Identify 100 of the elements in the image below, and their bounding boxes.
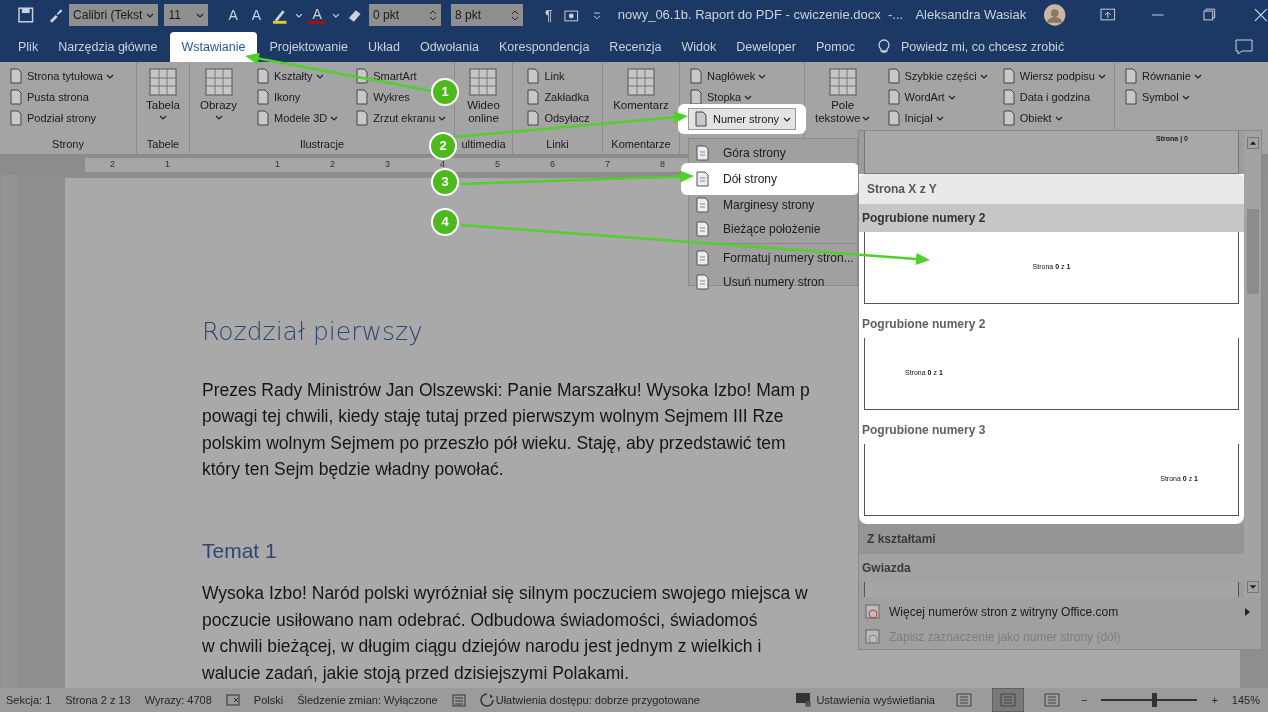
caret-icon [1181,93,1190,101]
ribbon-button[interactable]: Szybkie części [885,66,988,86]
slider-thumb[interactable] [1152,693,1158,707]
page-icon [1000,693,1016,707]
page-icon [255,110,272,126]
menu-item[interactable]: Bieżące położenie [689,217,857,241]
caret-icon [331,11,340,19]
menu-item[interactable]: Dół strony [681,163,859,195]
group-label: ultimedia [461,138,506,152]
display-settings-button[interactable]: Ustawienia wyświetlania [795,691,935,709]
ribbon-tab[interactable]: Narzędzia główne [48,32,168,62]
ribbon-tab[interactable]: Odwołania [409,32,489,62]
menu-item[interactable]: Góra strony [689,141,857,165]
status-item[interactable]: Strona 2 z 13 [65,691,131,709]
font-color-button[interactable]: A [308,6,326,24]
close-icon[interactable] [1254,8,1268,22]
ribbon-button[interactable]: Nagłówek [688,66,767,86]
ribbon-button[interactable]: Zakładka [525,87,589,107]
font-size-field[interactable]: 11 [164,4,209,26]
gallery-item-title[interactable]: Pogrubione numery 3 [859,416,1244,444]
ribbon-button[interactable]: Pusta strona [8,87,89,107]
brush-icon[interactable] [47,7,64,23]
page-icon [8,89,24,105]
scroll-down-icon[interactable] [1246,581,1259,593]
ribbon-button[interactable]: Link [525,66,565,86]
caret-icon [758,72,767,80]
caret-icon [294,11,303,19]
page-icon [956,693,972,707]
ribbon-button[interactable]: SmartArt [354,66,417,86]
submenu-arrow-icon [1244,606,1251,617]
group-label: Tabele [146,138,180,152]
section-header: Z kształtami [859,524,1244,554]
zoom-in-button[interactable]: + [1211,691,1218,709]
ribbon-button[interactable]: Stopka [688,87,753,107]
font-field[interactable]: Calibri (Tekst [69,4,159,26]
ribbon-button[interactable]: Równanie [1123,66,1202,86]
page-icon [885,110,902,126]
status-item[interactable]: Śledzenie zmian: Wyłączone [297,691,438,709]
ribbon-button[interactable]: Wiersz podpisu [1000,66,1106,86]
ribbon-display-icon[interactable] [1099,7,1116,23]
ribbon-button[interactable]: Modele 3D [255,108,339,128]
gallery-item-title[interactable]: Pogrubione numery 2 [859,204,1244,232]
ribbon-tab[interactable]: Plik [8,32,49,62]
ribbon-tab[interactable]: Widok [671,32,727,62]
ribbon-button[interactable]: Strona tytułowa [8,66,114,86]
text-line: powagi tej chwili, kiedy staję tutaj przed pierwszym wolnym Sejmem III Rze [202,405,784,428]
zoom-percent[interactable]: 145% [1231,691,1260,709]
ribbon-tab[interactable]: Deweloper [726,32,806,62]
ribbon-button[interactable]: Obiekt [1000,108,1063,128]
customize-icon[interactable] [592,10,602,20]
status-item[interactable]: Polski [253,691,284,709]
comment-icon[interactable] [1234,38,1254,56]
ribbon-button[interactable]: Kształty [255,66,324,86]
text-line: który ten Sejm będzie władny powołać. [202,458,504,481]
ribbon-button[interactable]: Inicjał [885,108,944,128]
menu-item[interactable]: Marginesy strony [689,193,857,217]
ribbon-tab[interactable]: Korespondencja [489,32,600,62]
ribbon-button[interactable]: Odsyłacz [525,108,590,128]
ribbon-button[interactable]: Symbol [1123,87,1190,107]
ribbon-tab[interactable]: Recenzja [599,32,672,62]
ribbon-button[interactable]: Zrzut ekranu [354,108,446,128]
avatar-icon[interactable] [1044,4,1066,26]
save-icon[interactable] [18,7,34,23]
ribbon-button[interactable]: Komentarz [611,66,671,136]
proofing-icon[interactable] [225,693,240,707]
menu-item[interactable]: Usuń numery stron [689,270,857,294]
spinner-icon [429,9,438,21]
page-icon [1123,68,1139,84]
tell-me-field[interactable]: Powiedz mi, co chcesz zrobić [900,32,1065,62]
ribbon-tab[interactable]: Projektowanie [259,32,358,62]
paragraph-mark-button[interactable]: ¶ [541,4,557,26]
heading: Rozdział pierwszy [202,316,423,348]
status-item[interactable]: Ułatwienia dostępu: dobrze przygotowane [495,691,700,709]
zoom-out-button[interactable]: − [1081,691,1088,709]
scroll-up-icon[interactable] [1246,137,1259,149]
ribbon-tab[interactable]: Układ [357,32,410,62]
restore-icon[interactable] [1202,8,1217,22]
ribbon-button[interactable]: Ikony [255,87,301,107]
ribbon-button[interactable]: Numer strony [678,104,806,134]
ribbon-tab[interactable]: Wstawianie [169,32,258,62]
menu-item[interactable]: Więcej numerów stron z witryny Office.com [859,599,1261,624]
ribbon-button[interactable]: Podział strony [8,108,97,128]
ribbon-button[interactable]: Obrazy [198,66,240,136]
page-icon [1000,68,1017,84]
spacing-after-field[interactable]: 8 pkt [451,4,524,26]
status-item[interactable]: Sekcja: 1 [6,691,52,709]
status-item[interactable]: Wyrazy: 4708 [144,691,212,709]
ribbon-tab[interactable]: Pomoc [806,32,865,62]
ribbon-button[interactable]: Wideo online [465,66,502,136]
menu-item[interactable]: Formatuj numery stron... [689,246,857,270]
ribbon-button[interactable]: Wykres [354,87,410,107]
gallery-item-title[interactable]: Pogrubione numery 2 [859,310,1244,338]
gallery-item-title[interactable]: Gwiazda [859,554,1244,582]
spacing-before-field[interactable]: 0 pkt [369,4,442,26]
ribbon-button[interactable]: Tabela [144,66,182,136]
shrink-font-button[interactable]: A [247,4,266,26]
ribbon-button[interactable]: WordArt [885,87,956,107]
page-icon [8,68,24,84]
ribbon-button[interactable]: Data i godzina [1000,87,1091,107]
grow-font-button[interactable]: A [224,4,242,26]
